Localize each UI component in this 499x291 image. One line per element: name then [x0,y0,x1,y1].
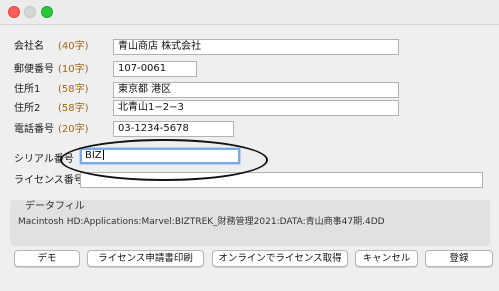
zoom-window-button[interactable] [41,6,53,18]
datafile-title: データフィル [25,201,85,212]
company-hint: (40字) [58,41,89,52]
serial-label: シリアル番号 [14,154,74,165]
phone-label: 電話番号 [14,124,54,135]
phone-hint: (20字) [58,124,89,135]
demo-button[interactable]: デモ [14,250,80,267]
address2-hint: (58字) [58,103,89,114]
online-license-button[interactable]: オンラインでライセンス取得 [212,250,348,267]
license-field[interactable] [80,172,483,188]
window-titlebar [0,0,499,25]
phone-field[interactable]: 03-1234-5678 [113,121,234,137]
print-application-button[interactable]: ライセンス申請書印刷 [87,250,204,267]
close-window-button[interactable] [8,6,20,18]
company-field[interactable]: 青山商店 株式会社 [113,39,399,55]
text-caret [102,150,104,160]
minimize-window-button[interactable] [24,6,36,18]
address1-label: 住所1 [14,84,41,95]
postal-hint: (10字) [58,64,89,75]
datafile-path: Macintosh HD:Applications:Marvel:BIZTREK… [18,217,385,227]
serial-value: BIZ [85,150,102,161]
company-label: 会社名 [14,41,44,52]
address2-label: 住所2 [14,103,41,114]
cancel-button[interactable]: キャンセル [355,250,418,267]
license-label: ライセンス番号 [14,175,84,186]
postal-field[interactable]: 107-0061 [113,61,197,77]
address2-field[interactable]: 北青山1−2−3 [113,100,399,116]
address1-field[interactable]: 東京都 港区 [113,82,399,98]
postal-label: 郵便番号 [14,64,54,75]
serial-field[interactable]: BIZ [80,148,240,164]
address1-hint: (58字) [58,84,89,95]
register-button[interactable]: 登録 [425,250,493,267]
